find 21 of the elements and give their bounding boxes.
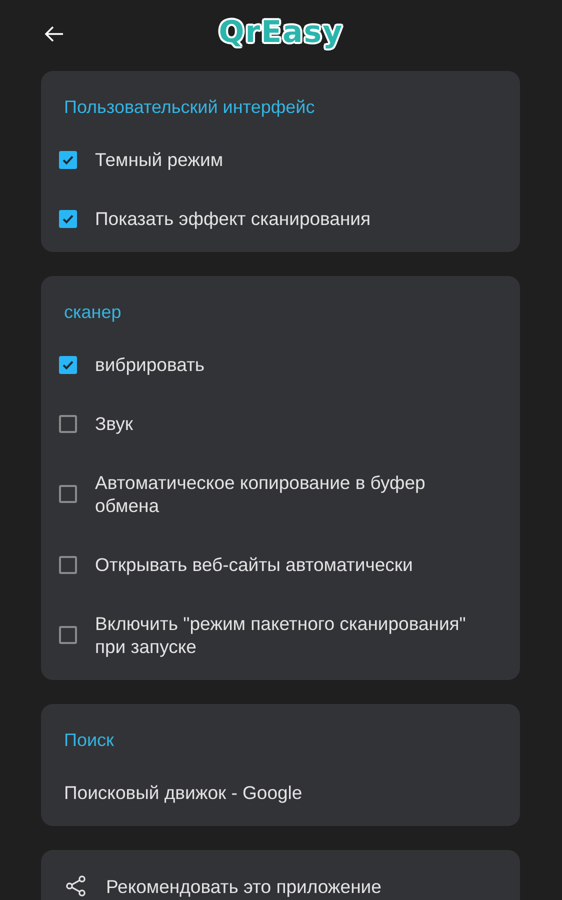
search-engine-setting[interactable]: Поисковый движок - Google [64, 781, 302, 804]
section-title: Поиск [64, 729, 115, 752]
checkbox[interactable] [59, 556, 77, 574]
app-logo: QrEasy [218, 15, 344, 50]
section-title: Пользовательский интерфейс [64, 96, 316, 119]
checkbox[interactable] [59, 356, 77, 374]
checkbox[interactable] [59, 414, 77, 432]
checkbox-label: Автоматическое копирование в буфер обмена [95, 471, 426, 517]
recommend-app-link[interactable]: Рекомендовать это приложение [106, 874, 382, 898]
section-title: сканер [64, 301, 122, 324]
checkbox[interactable] [59, 210, 77, 228]
checkbox-label: Показать эффект сканирования [95, 207, 371, 230]
checkbox-label: Открывать веб-сайты автоматически [95, 553, 413, 576]
checkbox-label: Звук [95, 412, 133, 435]
checkbox-label: Включить "режим пакетного сканирования" при запуске [95, 612, 467, 658]
checkbox[interactable] [59, 626, 77, 644]
checkbox[interactable] [59, 485, 77, 503]
checkbox-label: Темный режим [95, 148, 224, 171]
checkbox[interactable] [59, 150, 77, 168]
share-icon [64, 874, 88, 898]
checkbox-label: вибрировать [95, 353, 205, 376]
